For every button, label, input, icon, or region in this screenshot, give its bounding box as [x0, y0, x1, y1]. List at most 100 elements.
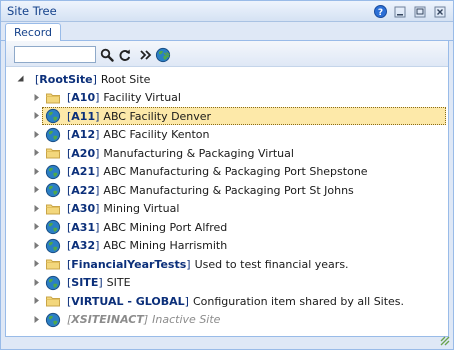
- tree-node[interactable]: [XSITEINACT] Inactive Site: [6, 311, 448, 329]
- tree-node[interactable]: [A12] ABC Facility Kenton: [6, 126, 448, 144]
- resize-grip-icon[interactable]: [439, 335, 451, 347]
- collapsed-arrow-icon[interactable]: [32, 315, 41, 324]
- folder-icon: [45, 90, 61, 106]
- node-description: ABC Manufacturing & Packaging Port St Jo…: [103, 183, 354, 197]
- site-globe-icon[interactable]: [154, 46, 172, 63]
- node-code: A22: [71, 183, 96, 197]
- code-bracket-close: ]: [95, 220, 100, 234]
- globe-icon: [45, 182, 61, 198]
- globe-icon: [45, 127, 61, 143]
- minimize-icon[interactable]: [393, 5, 407, 19]
- tab-record[interactable]: Record: [5, 23, 62, 42]
- node-code: A31: [71, 220, 96, 234]
- close-icon[interactable]: [433, 5, 447, 19]
- globe-icon: [45, 108, 61, 124]
- code-bracket-close: ]: [92, 72, 97, 86]
- tree-node[interactable]: [A30] Mining Virtual: [6, 200, 448, 218]
- folder-icon: [45, 201, 61, 217]
- tree-node-label[interactable]: [VIRTUAL - GLOBAL] Configuration item sha…: [42, 292, 446, 310]
- collapsed-arrow-icon[interactable]: [32, 259, 41, 268]
- collapsed-arrow-icon[interactable]: [32, 296, 41, 305]
- tree-node[interactable]: [SITE] SITE: [6, 274, 448, 292]
- tree-node-label[interactable]: [A20] Manufacturing & Packaging Virtual: [42, 144, 446, 162]
- node-description: SITE: [106, 276, 131, 289]
- tree-node-label[interactable]: [A32] ABC Mining Harrismith: [42, 237, 446, 255]
- tree-node-label[interactable]: [A21] ABC Manufacturing & Packaging Port …: [42, 163, 446, 181]
- collapsed-arrow-icon[interactable]: [32, 204, 41, 213]
- help-icon[interactable]: ?: [373, 5, 387, 19]
- globe-icon: [45, 238, 61, 254]
- code-bracket-close: ]: [186, 257, 191, 271]
- folder-icon: [45, 256, 61, 272]
- node-code: A21: [71, 165, 96, 178]
- tree-node[interactable]: [VIRTUAL - GLOBAL] Configuration item sha…: [6, 292, 448, 310]
- node-description: Root Site: [100, 72, 151, 86]
- tree-node[interactable]: [A11] ABC Facility Denver: [6, 107, 448, 125]
- tree-node-label[interactable]: [RootSite] Root Site: [32, 70, 332, 88]
- tree-node-label[interactable]: [SITE] SITE: [42, 274, 446, 292]
- code-bracket-close: ]: [98, 276, 103, 289]
- node-code: FinancialYearTests: [71, 257, 187, 271]
- search-icon[interactable]: [98, 46, 116, 63]
- tree-node-label[interactable]: [XSITEINACT] Inactive Site: [42, 311, 446, 329]
- tree-node-label[interactable]: [A11] ABC Facility Denver: [42, 107, 446, 125]
- node-code: A12: [71, 128, 96, 141]
- node-code: A10: [71, 91, 96, 104]
- node-code: SITE: [71, 276, 99, 289]
- code-bracket-close: ]: [143, 313, 149, 326]
- globe-icon: [45, 164, 61, 180]
- tree-node[interactable]: [A10] Facility Virtual: [6, 89, 448, 107]
- code-bracket-close: ]: [184, 294, 189, 308]
- node-code: A30: [71, 202, 96, 215]
- tree-node[interactable]: [A22] ABC Manufacturing & Packaging Port …: [6, 181, 448, 199]
- node-code: A11: [71, 109, 96, 123]
- collapsed-arrow-icon[interactable]: [32, 111, 41, 120]
- code-bracket-close: ]: [95, 183, 100, 197]
- tree-node[interactable]: [A20] Manufacturing & Packaging Virtual: [6, 144, 448, 162]
- node-code: VIRTUAL - GLOBAL: [71, 294, 185, 308]
- node-code: XSITEINACT: [71, 313, 144, 326]
- node-description: ABC Mining Harrismith: [103, 239, 228, 252]
- code-bracket-close: ]: [95, 239, 100, 252]
- code-bracket-close: ]: [95, 165, 100, 178]
- search-input[interactable]: [14, 46, 96, 63]
- collapsed-arrow-icon[interactable]: [32, 148, 41, 157]
- maximize-icon[interactable]: [413, 5, 427, 19]
- tree-node[interactable]: [A31] ABC Mining Port Alfred: [6, 218, 448, 236]
- tree-node[interactable]: [A32] ABC Mining Harrismith: [6, 237, 448, 255]
- collapsed-arrow-icon[interactable]: [32, 222, 41, 231]
- window-title: Site Tree: [7, 4, 57, 18]
- tree-node-label[interactable]: [FinancialYearTests] Used to test financi…: [42, 255, 446, 273]
- code-bracket-close: ]: [95, 128, 100, 141]
- code-bracket-close: ]: [95, 202, 100, 215]
- collapsed-arrow-icon[interactable]: [32, 130, 41, 139]
- window-titlebar[interactable]: Site Tree ?: [1, 1, 453, 22]
- node-code: A32: [71, 239, 96, 252]
- expand-all-icon[interactable]: [137, 46, 155, 63]
- collapsed-arrow-icon[interactable]: [32, 167, 41, 176]
- tab-strip: Record: [1, 22, 453, 42]
- site-tree: [RootSite] Root Site[A10] Facility Virtual…: [6, 67, 448, 335]
- collapsed-arrow-icon[interactable]: [32, 278, 41, 287]
- node-description: ABC Manufacturing & Packaging Port Sheps…: [103, 165, 368, 178]
- tree-node[interactable]: [FinancialYearTests] Used to test financi…: [6, 255, 448, 273]
- node-description: Facility Virtual: [103, 91, 181, 104]
- collapsed-arrow-icon[interactable]: [32, 93, 41, 102]
- node-description: ABC Mining Port Alfred: [103, 220, 228, 234]
- expanded-arrow-icon[interactable]: [16, 74, 25, 83]
- collapsed-arrow-icon[interactable]: [32, 185, 41, 194]
- tree-node-label[interactable]: [A10] Facility Virtual: [42, 89, 446, 107]
- node-description: Inactive Site: [152, 313, 221, 326]
- globe-icon: [45, 219, 61, 235]
- tree-node-root[interactable]: [RootSite] Root Site: [6, 70, 448, 88]
- collapsed-arrow-icon[interactable]: [32, 241, 41, 250]
- tree-node[interactable]: [A21] ABC Manufacturing & Packaging Port …: [6, 163, 448, 181]
- node-description: Used to test financial years.: [194, 257, 349, 271]
- refresh-icon[interactable]: [116, 46, 134, 63]
- code-bracket-close: ]: [95, 109, 100, 123]
- node-code: RootSite: [39, 72, 93, 86]
- tree-node-label[interactable]: [A22] ABC Manufacturing & Packaging Port …: [42, 181, 446, 199]
- tree-node-label[interactable]: [A31] ABC Mining Port Alfred: [42, 218, 446, 236]
- tree-node-label[interactable]: [A12] ABC Facility Kenton: [42, 126, 446, 144]
- tree-node-label[interactable]: [A30] Mining Virtual: [42, 200, 446, 218]
